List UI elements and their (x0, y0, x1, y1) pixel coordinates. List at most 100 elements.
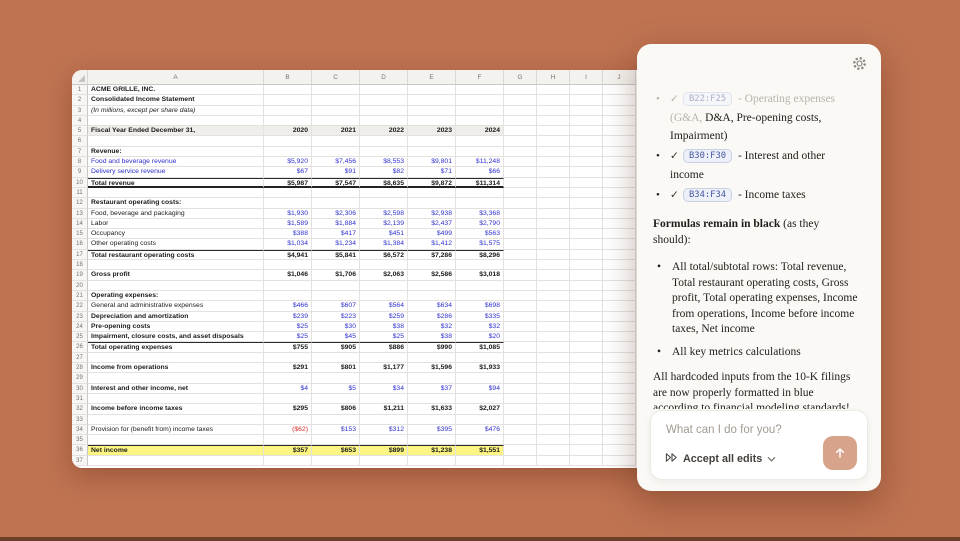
cell-I31[interactable] (570, 394, 603, 404)
cell-I6[interactable] (570, 136, 603, 146)
cell-C24[interactable]: $30 (312, 322, 360, 332)
row-number-29[interactable]: 29 (72, 373, 88, 383)
cell-F25[interactable]: $20 (456, 332, 504, 342)
cell-H22[interactable] (537, 301, 570, 311)
cell-range-chip[interactable]: B30:F30 (683, 149, 732, 163)
cell-C17[interactable]: $5,841 (312, 250, 360, 260)
cell-B27[interactable] (264, 353, 312, 363)
cell-J30[interactable] (603, 384, 636, 394)
cell-I29[interactable] (570, 373, 603, 383)
cell-C29[interactable] (312, 373, 360, 383)
cell-I13[interactable] (570, 209, 603, 219)
cell-C19[interactable]: $1,706 (312, 270, 360, 280)
cell-I18[interactable] (570, 260, 603, 270)
cell-B24[interactable]: $25 (264, 322, 312, 332)
cell-C13[interactable]: $2,306 (312, 209, 360, 219)
cell-F31[interactable] (456, 394, 504, 404)
cell-A7[interactable]: Revenue: (88, 147, 264, 157)
cell-D21[interactable] (360, 291, 408, 301)
column-header-J[interactable]: J (603, 70, 636, 85)
cell-I17[interactable] (570, 250, 603, 260)
cell-C18[interactable] (312, 260, 360, 270)
cell-J22[interactable] (603, 301, 636, 311)
cell-J12[interactable] (603, 198, 636, 208)
row-number-24[interactable]: 24 (72, 322, 88, 332)
cell-J3[interactable] (603, 106, 636, 116)
cell-D31[interactable] (360, 394, 408, 404)
cell-D33[interactable] (360, 415, 408, 425)
cell-A20[interactable] (88, 281, 264, 291)
cell-J1[interactable] (603, 85, 636, 95)
cell-C2[interactable] (312, 95, 360, 105)
cell-A29[interactable] (88, 373, 264, 383)
column-header-G[interactable]: G (504, 70, 537, 85)
cell-G5[interactable] (504, 126, 537, 136)
cell-D15[interactable]: $451 (360, 229, 408, 239)
row-number-28[interactable]: 28 (72, 363, 88, 373)
cell-I1[interactable] (570, 85, 603, 95)
cell-D26[interactable]: $886 (360, 342, 408, 352)
cell-J33[interactable] (603, 415, 636, 425)
cell-D16[interactable]: $1,384 (360, 239, 408, 249)
column-header-A[interactable]: A (88, 70, 264, 85)
cell-B36[interactable]: $357 (264, 445, 312, 455)
cell-C21[interactable] (312, 291, 360, 301)
cell-E3[interactable] (408, 106, 456, 116)
cell-F19[interactable]: $3,018 (456, 270, 504, 280)
cell-A32[interactable]: Income before income taxes (88, 404, 264, 414)
cell-J6[interactable] (603, 136, 636, 146)
cell-E11[interactable] (408, 188, 456, 198)
row-number-32[interactable]: 32 (72, 404, 88, 414)
cell-H3[interactable] (537, 106, 570, 116)
cell-C11[interactable] (312, 188, 360, 198)
cell-I3[interactable] (570, 106, 603, 116)
row-number-13[interactable]: 13 (72, 209, 88, 219)
cell-B17[interactable]: $4,941 (264, 250, 312, 260)
cell-F2[interactable] (456, 95, 504, 105)
row-number-31[interactable]: 31 (72, 394, 88, 404)
cell-F18[interactable] (456, 260, 504, 270)
column-header-E[interactable]: E (408, 70, 456, 85)
cell-J14[interactable] (603, 219, 636, 229)
cell-D9[interactable]: $82 (360, 167, 408, 177)
cell-A33[interactable] (88, 415, 264, 425)
cell-F26[interactable]: $1,085 (456, 342, 504, 352)
cell-E32[interactable]: $1,633 (408, 404, 456, 414)
cell-F37[interactable] (456, 456, 504, 466)
cell-F24[interactable]: $32 (456, 322, 504, 332)
cell-I21[interactable] (570, 291, 603, 301)
cell-E33[interactable] (408, 415, 456, 425)
cell-G17[interactable] (504, 250, 537, 260)
cell-J10[interactable] (603, 178, 636, 188)
cell-G29[interactable] (504, 373, 537, 383)
cell-B26[interactable]: $755 (264, 342, 312, 352)
cell-E25[interactable]: $38 (408, 332, 456, 342)
cell-D37[interactable] (360, 456, 408, 466)
cell-D25[interactable]: $25 (360, 332, 408, 342)
cell-E27[interactable] (408, 353, 456, 363)
cell-G36[interactable] (504, 445, 537, 455)
cell-D34[interactable]: $312 (360, 425, 408, 435)
cell-C9[interactable]: $91 (312, 167, 360, 177)
cell-B4[interactable] (264, 116, 312, 126)
cell-F30[interactable]: $94 (456, 384, 504, 394)
cell-J27[interactable] (603, 353, 636, 363)
cell-J5[interactable] (603, 126, 636, 136)
cell-H23[interactable] (537, 312, 570, 322)
cell-H31[interactable] (537, 394, 570, 404)
cell-C10[interactable]: $7,547 (312, 178, 360, 188)
cell-G6[interactable] (504, 136, 537, 146)
cell-I30[interactable] (570, 384, 603, 394)
cell-B21[interactable] (264, 291, 312, 301)
row-number-2[interactable]: 2 (72, 95, 88, 105)
cell-E18[interactable] (408, 260, 456, 270)
cell-D11[interactable] (360, 188, 408, 198)
cell-C22[interactable]: $607 (312, 301, 360, 311)
cell-A28[interactable]: Income from operations (88, 363, 264, 373)
cell-A1[interactable]: ACME GRILLE, INC. (88, 85, 264, 95)
cell-D12[interactable] (360, 198, 408, 208)
row-number-30[interactable]: 30 (72, 384, 88, 394)
column-header-C[interactable]: C (312, 70, 360, 85)
cell-G24[interactable] (504, 322, 537, 332)
row-number-20[interactable]: 20 (72, 281, 88, 291)
